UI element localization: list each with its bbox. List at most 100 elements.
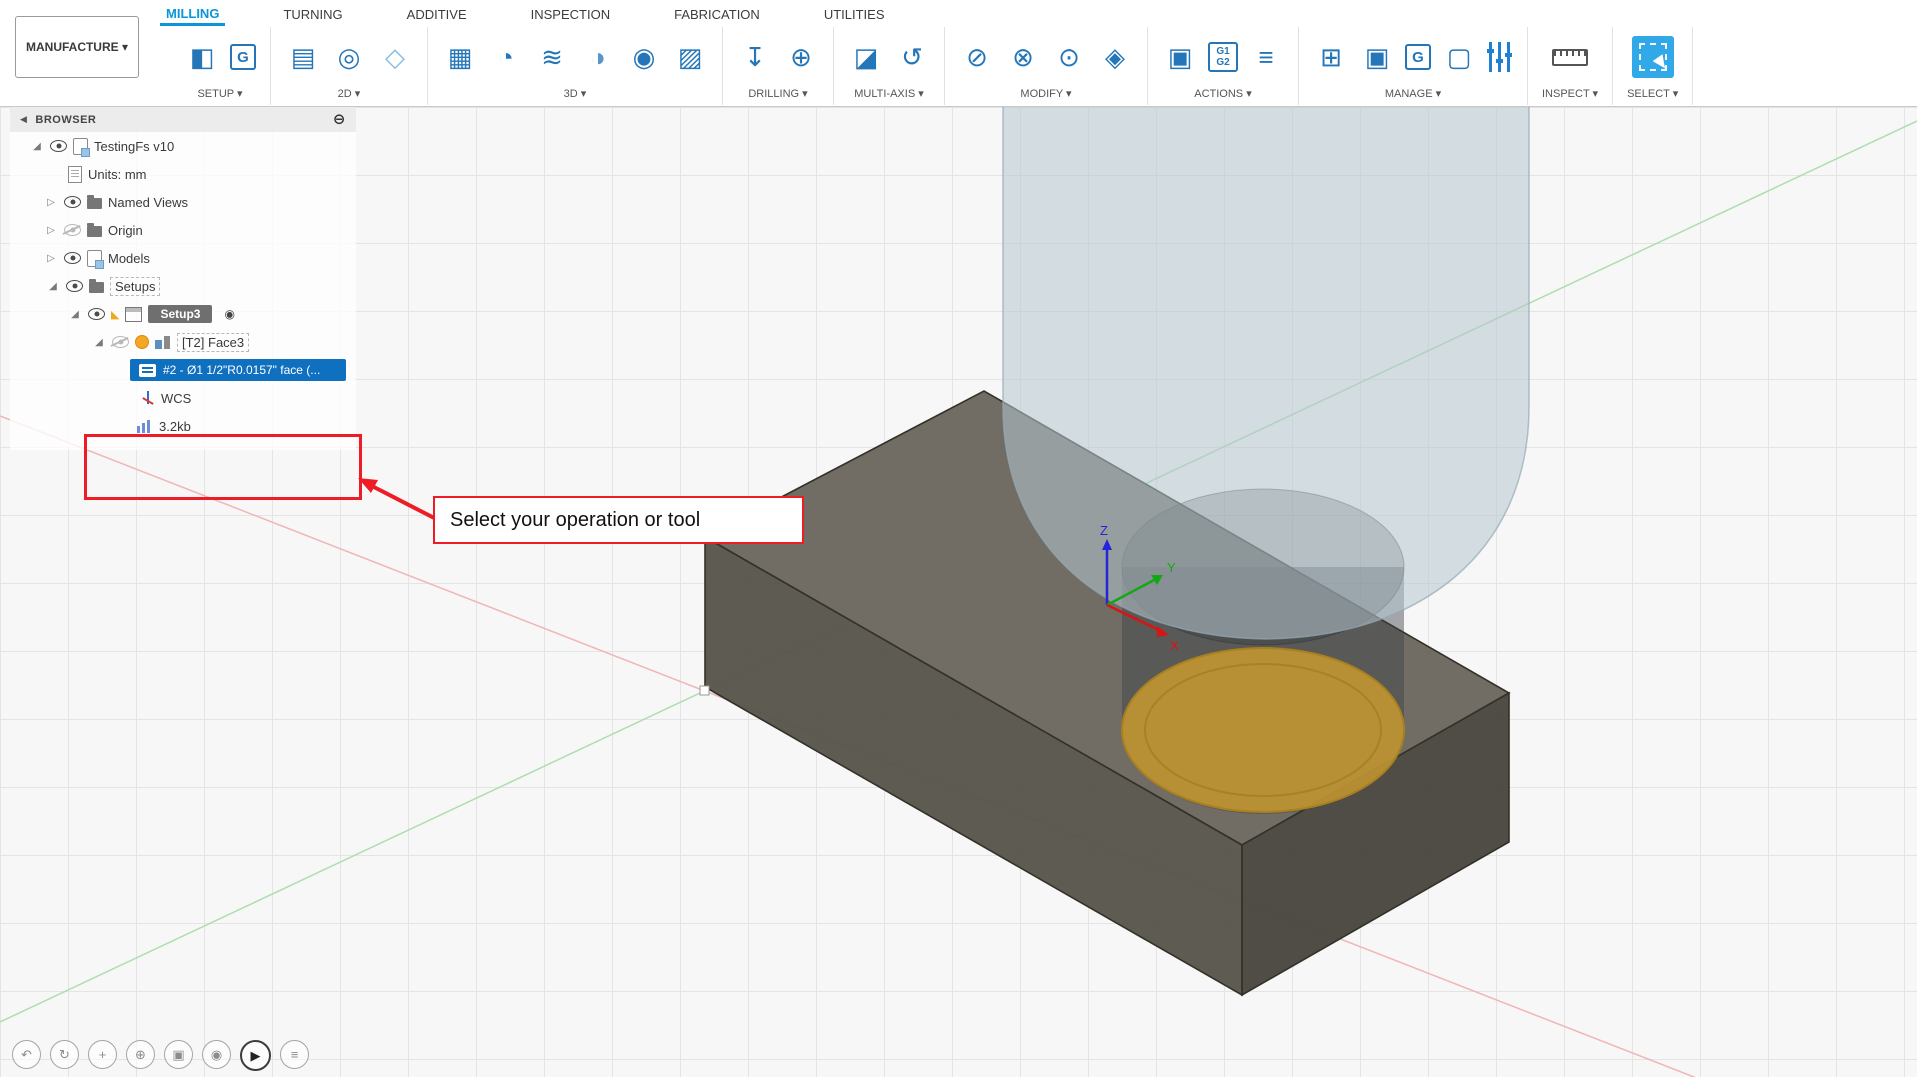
visibility-off-eye-icon[interactable] (64, 224, 81, 236)
toolbar-group-label[interactable]: DRILLING ▾ (737, 85, 819, 105)
visibility-eye-icon[interactable] (50, 140, 67, 152)
delete-passes-icon[interactable]: ⊗ (1005, 39, 1041, 75)
visibility-off-eye-icon[interactable] (112, 336, 129, 348)
adaptive-clearing-icon[interactable]: ▦ (442, 39, 478, 75)
toolbar-group-label[interactable]: 2D ▾ (285, 85, 413, 105)
expand-icon[interactable]: ◢ (30, 141, 44, 152)
origin-point[interactable] (700, 686, 709, 695)
tree-label: Models (108, 251, 150, 266)
edit-toolpath-icon[interactable]: ⊙ (1051, 39, 1087, 75)
tree-row-root[interactable]: ◢ TestingFs v10 (10, 132, 356, 160)
tree-row-size[interactable]: 3.2kb (10, 412, 356, 440)
tree-label: [T2] Face3 (177, 333, 249, 352)
collapse-panel-icon[interactable]: ◀ (20, 114, 27, 125)
tab[interactable]: INSPECTION (525, 3, 616, 24)
orbit-icon[interactable]: ↻ (50, 1040, 79, 1069)
selected-operation[interactable]: #2 - Ø1 1/2"R0.0157" face (... (130, 359, 346, 381)
toolbar-group-label[interactable]: MANAGE ▾ (1313, 85, 1513, 105)
browser-header: ◀ BROWSER ⊖ (10, 107, 356, 132)
look-at-icon[interactable]: ◉ (202, 1040, 231, 1069)
steep-shallow-icon[interactable]: ◑ (580, 39, 616, 75)
tree-row-operation-selected[interactable]: #2 - Ø1 1/2"R0.0157" face (... (10, 356, 356, 384)
tree-row-setup3[interactable]: ◢ ◣ Setup3 ◉ (10, 300, 356, 328)
visibility-eye-icon[interactable] (64, 252, 81, 264)
active-setup-radio-icon[interactable]: ◉ (224, 307, 234, 321)
visibility-eye-icon[interactable] (64, 196, 81, 208)
spiral-icon[interactable]: ◉ (626, 39, 662, 75)
tab[interactable]: MILLING (160, 2, 225, 26)
undo-view-icon[interactable]: ↶ (12, 1040, 41, 1069)
setups-folder-icon (89, 282, 104, 293)
workspace-switcher[interactable]: MANUFACTURE ▾ (15, 16, 139, 78)
tree-row-units[interactable]: Units: mm (10, 160, 356, 188)
pocket-clearing-icon[interactable]: ◔ (488, 39, 524, 75)
toolbar-group-label[interactable]: 3D ▾ (442, 85, 708, 105)
chamfer-icon[interactable]: ◇ (377, 39, 413, 75)
expand-icon[interactable]: ◢ (68, 309, 82, 320)
gcode-edit-icon[interactable]: G (230, 44, 256, 70)
setup-sheet-icon[interactable]: ≡ (1248, 39, 1284, 75)
setup-name-chip[interactable]: Setup3 (148, 305, 212, 323)
wcs-icon (140, 391, 155, 406)
parallel-icon[interactable]: ≋ (534, 39, 570, 75)
post-process-icon[interactable]: ▣ (1162, 39, 1198, 75)
circular-icon[interactable]: ⊕ (783, 39, 819, 75)
visibility-eye-icon[interactable] (66, 280, 83, 292)
fit-icon[interactable]: ▣ (164, 1040, 193, 1069)
toolbar-group: SELECT ▾ (1613, 27, 1693, 105)
drill-icon[interactable]: ↧ (737, 39, 773, 75)
measure-icon[interactable] (1552, 49, 1588, 66)
g1g2-icon[interactable]: G1 G2 (1208, 42, 1238, 72)
tree-row-named-views[interactable]: ▷ Named Views (10, 188, 356, 216)
toolbar-group-label[interactable]: ACTIONS ▾ (1162, 85, 1284, 105)
expand-icon[interactable]: ▷ (44, 253, 58, 264)
toolbar-group-label[interactable]: MODIFY ▾ (959, 85, 1133, 105)
adaptive2d-icon[interactable]: ◎ (331, 39, 367, 75)
tab[interactable]: UTILITIES (818, 3, 891, 24)
rotary-icon[interactable]: ↺ (894, 39, 930, 75)
toolbar-group-label[interactable]: MULTI-AXIS ▾ (848, 85, 930, 105)
minimize-panel-icon[interactable]: ⊖ (333, 112, 346, 127)
expand-icon[interactable]: ◢ (92, 337, 106, 348)
visibility-eye-icon[interactable] (88, 308, 105, 320)
expand-icon[interactable]: ◢ (46, 281, 60, 292)
expand-icon[interactable]: ▷ (44, 225, 58, 236)
tab[interactable]: ADDITIVE (401, 3, 473, 24)
folder-icon (87, 226, 102, 237)
morph-icon[interactable]: ▨ (672, 39, 708, 75)
display-settings-icon[interactable]: ≡ (280, 1040, 309, 1069)
tree-row-operation-folder[interactable]: ◢ [T2] Face3 (10, 328, 356, 356)
toolbar-group: ▦ ◔ ≋ ◑ ◉ ▨ 3D ▾ (428, 27, 723, 105)
tree-row-wcs[interactable]: WCS (10, 384, 356, 412)
tab[interactable]: TURNING (277, 3, 348, 24)
machined-face[interactable] (1122, 648, 1404, 812)
tab[interactable]: FABRICATION (668, 3, 766, 24)
toolbar-group-label[interactable]: SETUP ▾ (184, 85, 256, 105)
tool-holder[interactable] (1003, 107, 1529, 639)
trim-toolpath-icon[interactable]: ⊘ (959, 39, 995, 75)
browser-panel: ◀ BROWSER ⊖ ◢ TestingFs v10 Units: mm ▷ … (10, 107, 356, 450)
face-icon[interactable]: ▤ (285, 39, 321, 75)
gcode-library-icon[interactable]: G (1405, 44, 1431, 70)
templates-icon[interactable]: ▢ (1441, 39, 1477, 75)
sliders-icon[interactable] (1487, 42, 1513, 72)
pan-icon[interactable]: + (88, 1040, 117, 1069)
tree-row-models[interactable]: ▷ Models (10, 244, 356, 272)
swarf-icon[interactable]: ◪ (848, 39, 884, 75)
camera-icon[interactable]: ▶ (240, 1040, 271, 1071)
machine-library-icon[interactable]: ▣ (1359, 39, 1395, 75)
transform-icon[interactable]: ◈ (1097, 39, 1133, 75)
active-setup-flag-icon: ◣ (111, 308, 119, 321)
expand-icon[interactable]: ▷ (44, 197, 58, 208)
select-icon[interactable] (1632, 36, 1674, 78)
toolbar-group-label[interactable]: INSPECT ▾ (1542, 85, 1598, 105)
toolbar-group-label[interactable]: SELECT ▾ (1627, 85, 1678, 105)
tool-library-icon[interactable]: ⊞ (1313, 39, 1349, 75)
component-icon (87, 250, 102, 267)
new-setup-icon[interactable]: ◧ (184, 39, 220, 75)
document-icon (68, 166, 82, 183)
tree-row-setups[interactable]: ◢ Setups (10, 272, 356, 300)
zoom-icon[interactable]: ⊕ (126, 1040, 155, 1069)
axis-z-label: Z (1100, 523, 1108, 538)
tree-row-origin[interactable]: ▷ Origin (10, 216, 356, 244)
